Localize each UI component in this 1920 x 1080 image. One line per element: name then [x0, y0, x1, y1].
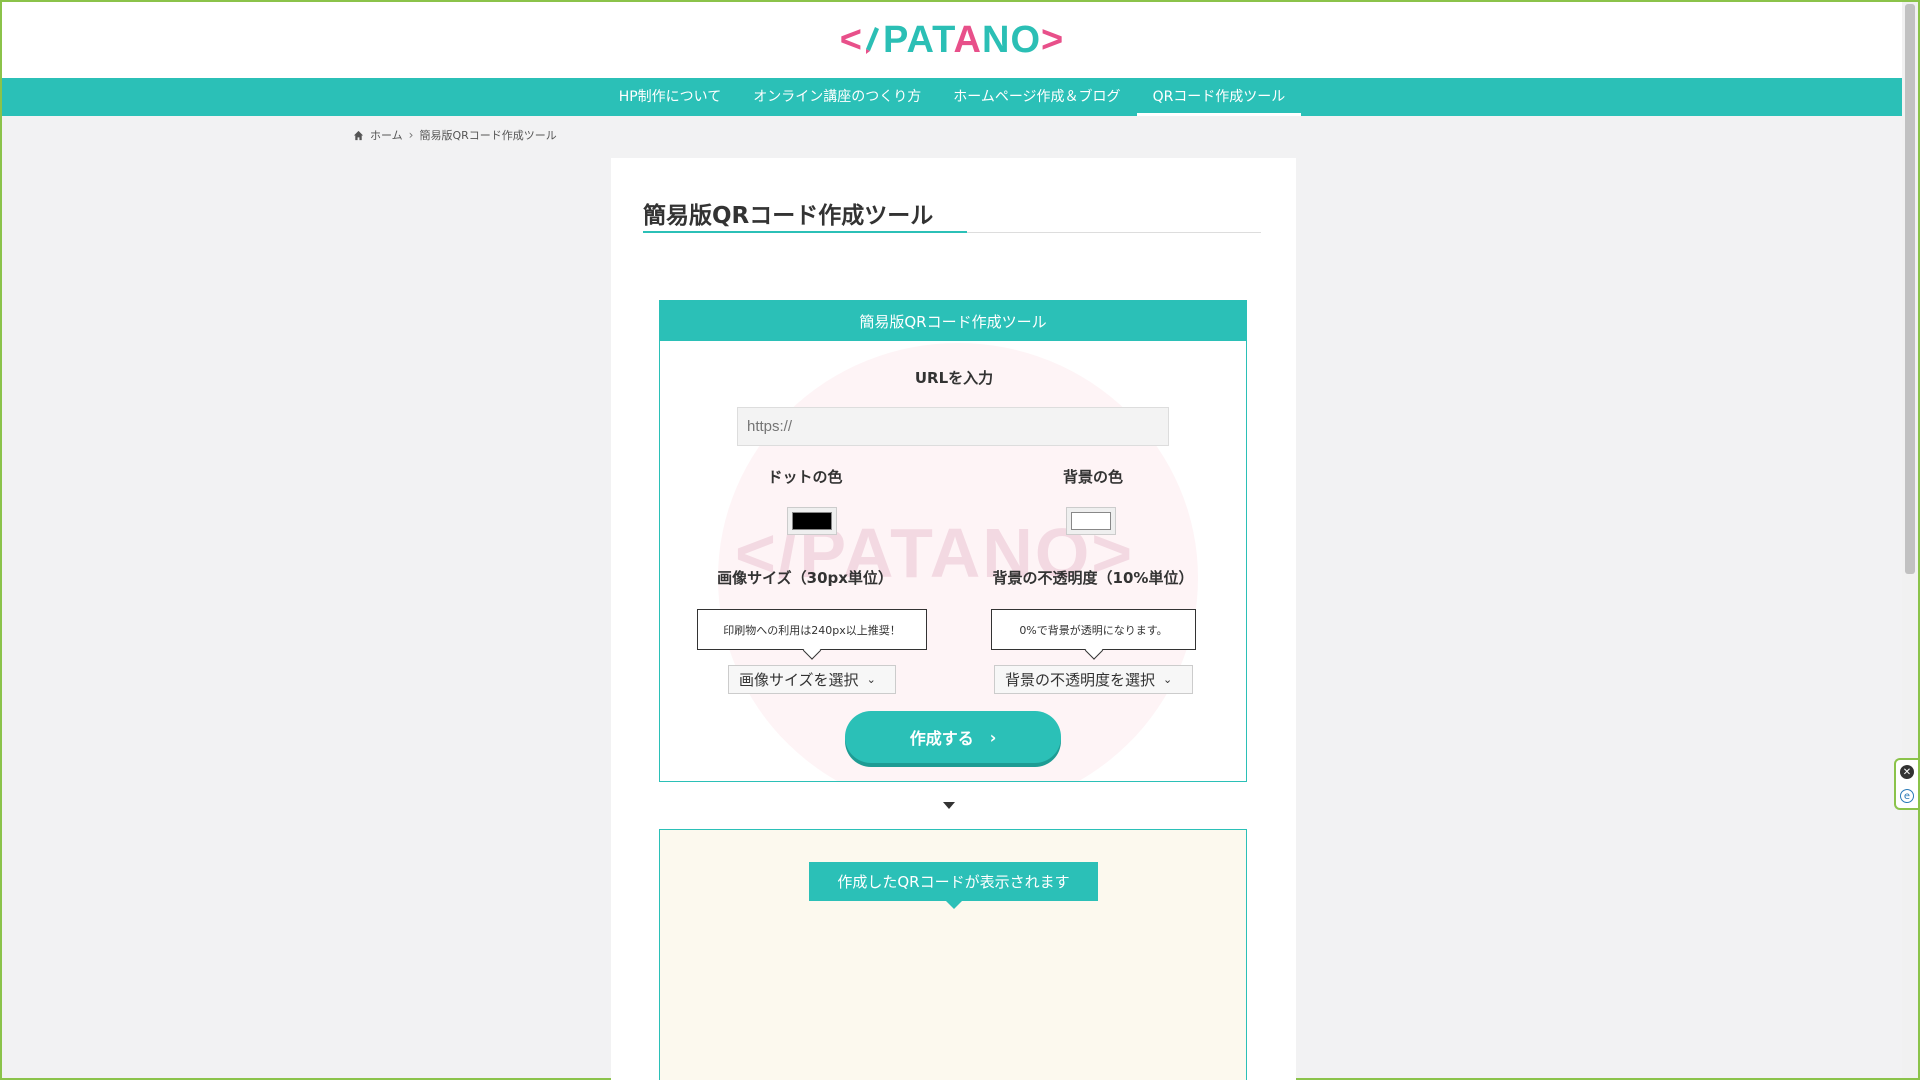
image-size-select[interactable]: 画像サイズを選択 ⌄ [728, 665, 896, 694]
bg-color-label: 背景の色 [1062, 468, 1123, 486]
global-nav: HP制作について オンライン講座のつくり方 ホームページ作成＆ブログ QRコード… [2, 78, 1902, 116]
scrollbar-thumb[interactable] [1905, 4, 1915, 574]
size-tip: 印刷物への利用は240px以上推奨！ [697, 609, 927, 650]
home-icon [353, 130, 364, 140]
dot-color-fill [792, 512, 832, 530]
create-button[interactable]: 作成する › [845, 711, 1061, 763]
page-scrollbar[interactable] [1902, 2, 1918, 1078]
bg-color-picker[interactable] [1066, 507, 1116, 535]
tool-box-header: 簡易版QRコード作成ツール [660, 301, 1246, 341]
arrow-down-icon [943, 802, 955, 809]
opacity-tip: 0%で背景が透明になります。 [991, 609, 1196, 650]
bg-color-fill [1071, 512, 1111, 530]
dot-color-picker[interactable] [787, 507, 837, 535]
bg-opacity-select[interactable]: 背景の不透明度を選択 ⌄ [994, 665, 1193, 694]
image-size-select-value: 画像サイズを選択 [739, 671, 859, 689]
breadcrumb-separator: › [408, 128, 414, 142]
breadcrumb-home[interactable]: ホーム [370, 127, 403, 143]
close-circle-icon[interactable]: ✕ [1900, 765, 1914, 779]
nav-item-homepage-blog[interactable]: ホームページ作成＆ブログ [937, 78, 1136, 116]
logo-word: PATANO [883, 18, 1041, 61]
chevron-down-icon: ⌄ [1163, 673, 1173, 686]
nav-item-hp[interactable]: HP制作について [603, 78, 738, 116]
site-header: < PATANO > [2, 2, 1902, 78]
nav-item-qr-tool[interactable]: QRコード作成ツール [1136, 78, 1302, 116]
chevron-right-icon: › [989, 727, 997, 747]
chevron-down-icon: ⌄ [866, 673, 876, 686]
breadcrumb: ホーム › 簡易版QRコード作成ツール [353, 127, 557, 143]
result-label: 作成したQRコードが表示されます [809, 862, 1098, 901]
main-content: 簡易版QRコード作成ツール 簡易版QRコード作成ツール </PATANO> UR… [611, 158, 1296, 1080]
page-title: 簡易版QRコード作成ツール [643, 203, 934, 229]
side-widget: ✕ e [1894, 758, 1918, 810]
image-size-label: 画像サイズ（30px単位） [717, 569, 893, 587]
site-logo[interactable]: < PATANO > [840, 19, 1064, 62]
title-divider-accent [643, 231, 967, 233]
url-input[interactable] [737, 407, 1169, 446]
bg-opacity-select-value: 背景の不透明度を選択 [1005, 671, 1156, 689]
edge-icon[interactable]: e [1900, 789, 1914, 803]
logo-gt: > [1041, 18, 1065, 61]
dot-color-label: ドットの色 [767, 468, 843, 486]
bg-opacity-label: 背景の不透明度（10%単位） [992, 569, 1194, 587]
logo-lt: < [839, 18, 863, 61]
pencil-icon [866, 27, 879, 54]
qr-tool-box: 簡易版QRコード作成ツール </PATANO> URLを入力 ドットの色 背景の… [659, 300, 1247, 782]
nav-item-online-course[interactable]: オンライン講座のつくり方 [737, 78, 937, 116]
create-button-label: 作成する [909, 729, 974, 748]
qr-result-box: 作成したQRコードが表示されます [659, 829, 1247, 1080]
url-label: URLを入力 [914, 369, 994, 387]
breadcrumb-current: 簡易版QRコード作成ツール [419, 129, 557, 142]
